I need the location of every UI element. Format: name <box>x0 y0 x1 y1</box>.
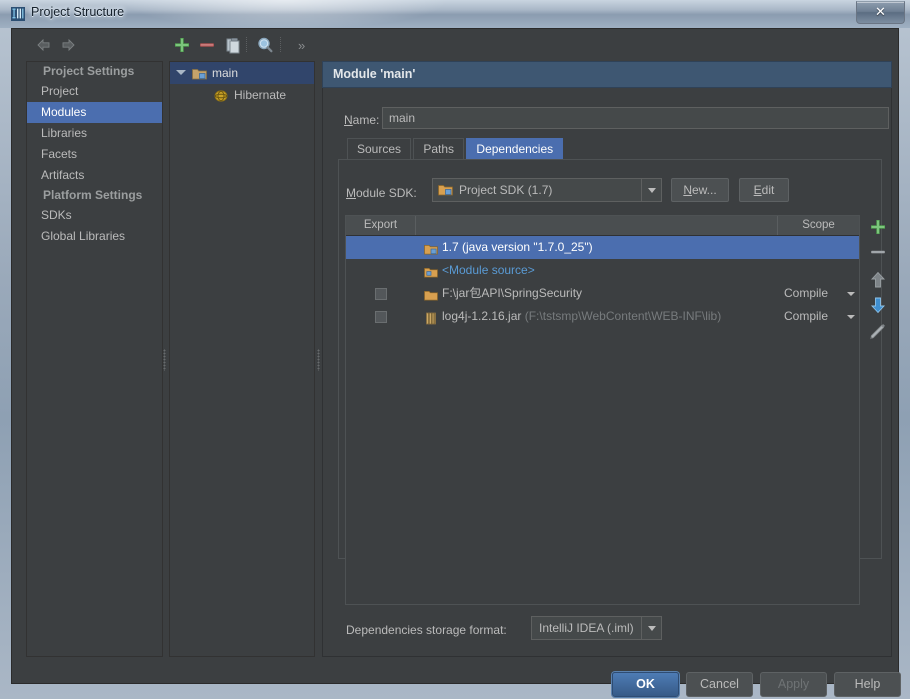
ok-button[interactable]: OK <box>612 672 679 697</box>
toolbar-separator-2 <box>280 37 282 52</box>
scope-combobox[interactable]: Compile <box>784 305 859 328</box>
add-dependency-button[interactable] <box>867 216 889 238</box>
module-name-input[interactable]: main <box>382 107 889 129</box>
arrow-right-icon[interactable] <box>60 37 76 53</box>
dependency-detail: (F:\tstsmp\WebContent\WEB-INF\lib) <box>524 309 722 323</box>
tree-node-hibernate[interactable]: Hibernate <box>170 84 314 106</box>
module-source-folder-icon <box>424 264 438 278</box>
name-label: Name: <box>344 113 380 127</box>
sidebar-item-artifacts[interactable]: Artifacts <box>27 165 162 186</box>
chevron-down-icon <box>847 315 855 319</box>
dependencies-table: Export Scope 1.7 (java version "1.7.0_25… <box>345 215 860 605</box>
dependency-name: 1.7 (java version "1.7.0_25") <box>442 240 593 254</box>
table-row[interactable]: <Module source> <box>346 259 859 282</box>
move-up-button[interactable] <box>867 269 889 291</box>
tree-node-label: Hibernate <box>234 88 287 102</box>
toolbar-separator-1 <box>246 37 248 52</box>
module-sdk-label: Module SDK: <box>346 186 417 200</box>
table-header: Export Scope <box>346 216 859 236</box>
table-row[interactable]: log4j-1.2.16.jar (F:\tstsmp\WebContent\W… <box>346 305 859 328</box>
pencil-icon[interactable] <box>867 321 889 343</box>
storage-format-combobox[interactable]: IntelliJ IDEA (.iml) <box>531 616 662 640</box>
module-tabs: Sources Paths Dependencies <box>347 138 564 160</box>
move-down-button[interactable] <box>867 294 889 316</box>
tab-dependencies[interactable]: Dependencies <box>466 138 564 160</box>
chevron-down-icon[interactable] <box>176 70 186 75</box>
dependency-name: log4j-1.2.16.jar (F:\tstsmp\WebContent\W… <box>442 309 722 323</box>
hibernate-facet-icon <box>214 88 228 110</box>
chevron-down-icon[interactable] <box>641 617 661 639</box>
column-header-scope[interactable]: Scope <box>778 216 859 235</box>
cancel-button[interactable]: Cancel <box>686 672 753 697</box>
tree-node-label: main <box>212 66 239 80</box>
scope-value: Compile <box>784 309 829 323</box>
sidebar-item-global-libraries[interactable]: Global Libraries <box>27 226 162 247</box>
chevron-down-icon <box>847 292 855 296</box>
sidebar-item-facets[interactable]: Facets <box>27 144 162 165</box>
plus-icon[interactable] <box>172 35 192 55</box>
scope-value: Compile <box>784 286 829 300</box>
toolbar-overflow-button[interactable]: » <box>298 38 305 53</box>
top-toolbar: » <box>12 29 898 59</box>
sidebar-item-project[interactable]: Project <box>27 81 162 102</box>
tree-node-main[interactable]: main <box>170 62 314 84</box>
storage-format-label: Dependencies storage format: <box>346 623 507 637</box>
export-checkbox[interactable] <box>375 311 387 323</box>
table-row[interactable]: 1.7 (java version "1.7.0_25") <box>346 236 859 259</box>
splitter-grip <box>317 349 320 371</box>
remove-dependency-button[interactable] <box>867 241 889 263</box>
title-bar: Project Structure ✕ <box>0 0 910 28</box>
tab-paths[interactable]: Paths <box>413 138 465 160</box>
export-checkbox[interactable] <box>375 288 387 300</box>
apply-button[interactable]: Apply <box>760 672 827 697</box>
module-sdk-combobox[interactable]: Project SDK (1.7) <box>432 178 662 202</box>
sidebar-item-sdks[interactable]: SDKs <box>27 205 162 226</box>
new-sdk-button[interactable]: New... <box>671 178 729 202</box>
category-header-project-settings: Project Settings <box>43 64 135 78</box>
storage-format-value: IntelliJ IDEA (.iml) <box>539 621 634 635</box>
jar-icon <box>424 310 438 325</box>
close-button[interactable]: ✕ <box>856 1 905 24</box>
window-title: Project Structure <box>31 5 125 19</box>
sdk-folder-icon <box>438 183 453 200</box>
scope-combobox[interactable]: Compile <box>784 282 859 305</box>
search-icon[interactable] <box>255 35 275 55</box>
copy-icon[interactable] <box>223 35 243 55</box>
sdk-folder-icon <box>424 241 438 255</box>
sidebar-item-modules[interactable]: Modules <box>27 102 162 123</box>
splitter-left[interactable] <box>162 61 168 657</box>
arrow-left-icon[interactable] <box>36 37 52 53</box>
chevron-down-icon[interactable] <box>641 179 661 201</box>
folder-icon <box>424 287 438 301</box>
project-structure-window: Project Structure ✕ » Project Settings P… <box>0 0 910 699</box>
title-bar-glow <box>120 0 450 28</box>
name-label-rest: ame: <box>352 113 380 127</box>
dialog-body: » Project Settings Project Modules Libra… <box>11 28 901 697</box>
panel-title: Module 'main' <box>322 61 892 88</box>
intellij-logo-icon <box>10 6 26 22</box>
category-header-platform-settings: Platform Settings <box>43 188 143 202</box>
table-row[interactable]: F:\jar包API\SpringSecurity Compile <box>346 282 859 305</box>
column-header-name[interactable] <box>416 216 778 235</box>
module-tree: main Hibernate <box>169 61 315 657</box>
edit-sdk-button[interactable]: Edit <box>739 178 789 202</box>
splitter-grip <box>163 349 166 371</box>
module-sdk-value: Project SDK (1.7) <box>459 183 553 197</box>
help-button[interactable]: Help <box>834 672 901 697</box>
module-detail-panel: Module 'main' Name: main Sources Paths D… <box>322 61 892 657</box>
tab-sources[interactable]: Sources <box>347 138 412 160</box>
dependency-name: F:\jar包API\SpringSecurity <box>442 286 583 300</box>
column-header-export[interactable]: Export <box>346 216 416 235</box>
sidebar-item-libraries[interactable]: Libraries <box>27 123 162 144</box>
settings-category-list: Project Settings Project Modules Librari… <box>26 61 163 657</box>
dependency-name: <Module source> <box>442 263 535 277</box>
dependencies-toolbar <box>867 216 889 376</box>
minus-icon[interactable] <box>197 35 217 55</box>
